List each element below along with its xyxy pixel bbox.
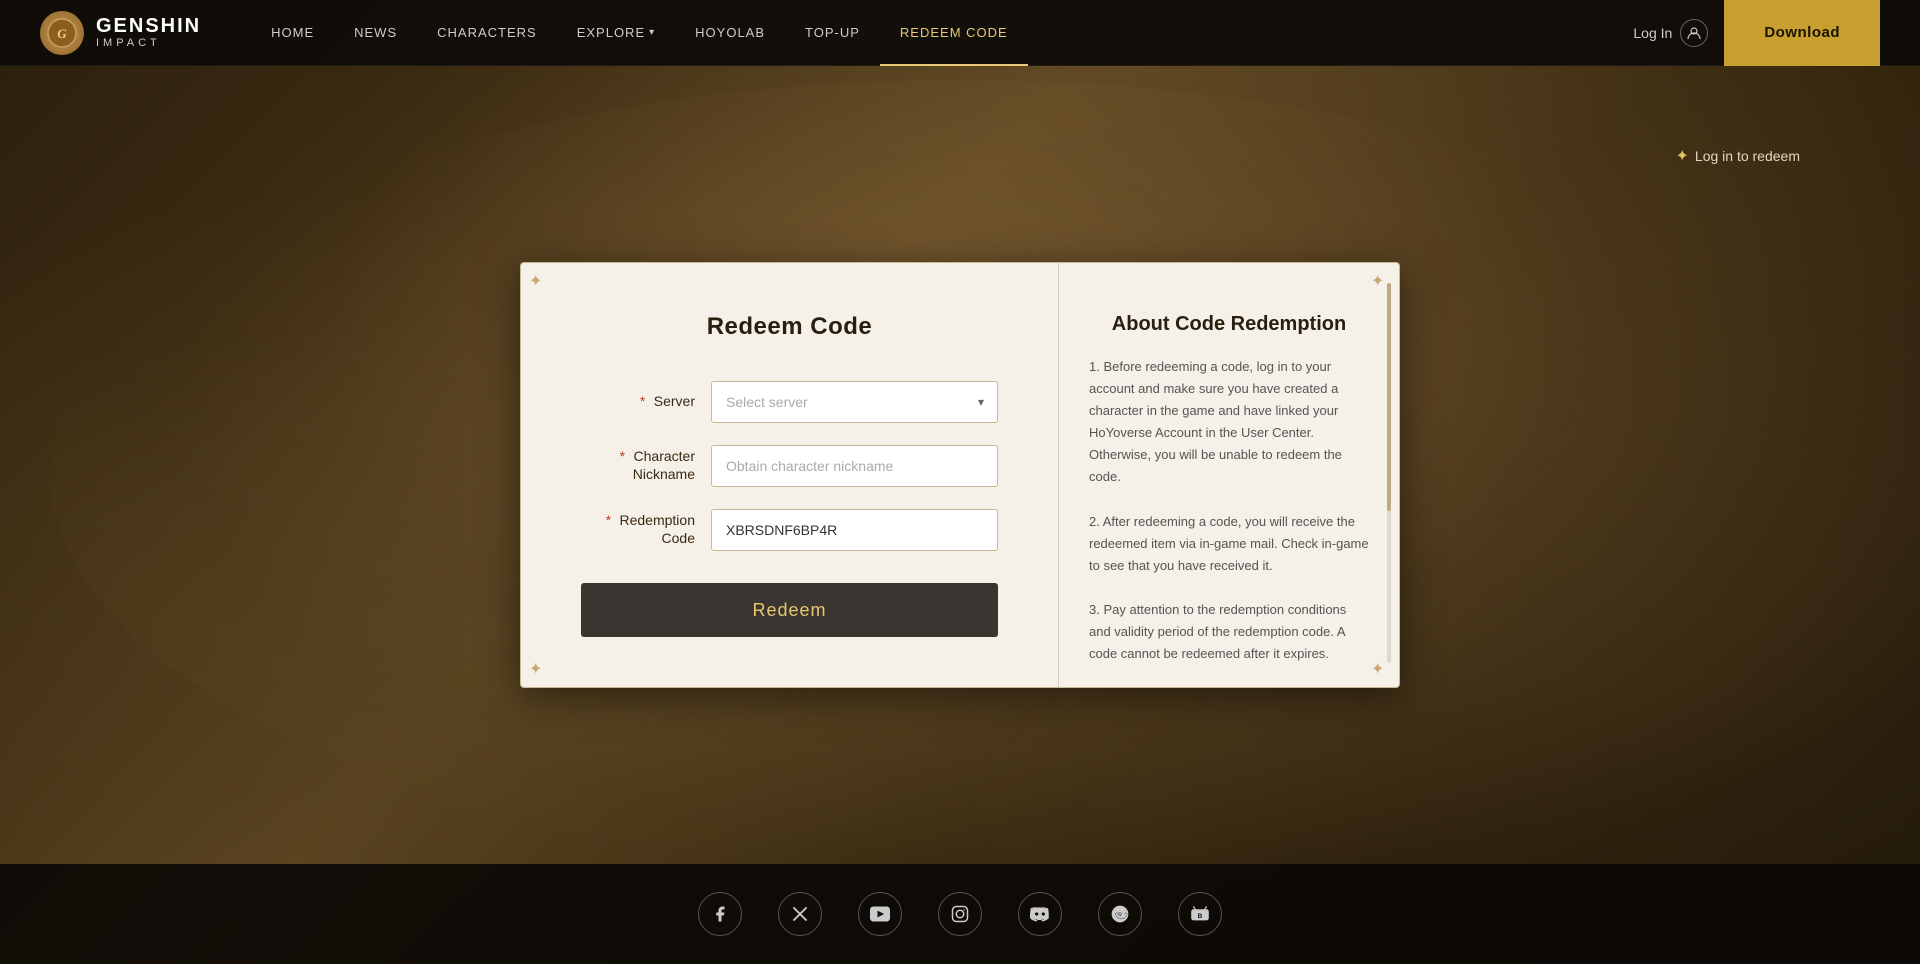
redeem-form-panel: Redeem Code * Server Select server Ameri… [521,263,1059,687]
main-content: ✦ Log in to redeem ✦ ✦ ✦ ✦ Redeem Code *… [0,66,1920,864]
navbar-right: Log In Download [1633,0,1880,66]
nickname-label-group: * CharacterNickname [581,448,711,484]
nav-item-characters[interactable]: CHARACTERS [417,0,557,66]
server-select[interactable]: Select server America Europe Asia TW, HK… [711,381,998,423]
svg-text:G: G [57,26,67,41]
social-youtube-button[interactable] [858,892,902,936]
code-label-group: * RedemptionCode [581,512,711,548]
nickname-required-star: * [620,448,625,464]
character-nickname-input[interactable] [711,445,998,487]
logo-icon: G [40,11,84,55]
logo-sub-text: Impact [96,38,201,49]
nav-item-explore[interactable]: EXPLORE ▾ [557,0,675,66]
server-select-wrapper: Select server America Europe Asia TW, HK… [711,381,998,423]
nav-item-news[interactable]: NEWS [334,0,417,66]
social-instagram-button[interactable] [938,892,982,936]
scrollbar-thumb [1387,283,1391,511]
social-discord-button[interactable] [1018,892,1062,936]
nickname-label: CharacterNickname [633,448,695,482]
logo-text: Genshin Impact [96,16,201,49]
about-title: About Code Redemption [1089,313,1369,336]
login-label: Log In [1633,25,1672,41]
nav-item-hoyolab[interactable]: HoYoLAB [675,0,785,66]
redeem-form-title: Redeem Code [581,313,998,341]
code-label: RedemptionCode [620,512,696,546]
redeem-card: ✦ ✦ ✦ ✦ Redeem Code * Server Select serv… [520,262,1400,688]
logo-main-text: Genshin [96,16,201,36]
user-icon [1680,19,1708,47]
about-text: 1. Before redeeming a code, log in to yo… [1089,356,1369,683]
nav-item-redeem-code[interactable]: REDEEM CODE [880,0,1028,66]
download-button[interactable]: Download [1724,0,1880,66]
corner-decoration-bl: ✦ [529,659,549,679]
server-label: Server [654,393,695,409]
footer: R B [0,864,1920,964]
redemption-code-input[interactable] [711,509,998,551]
social-facebook-button[interactable] [698,892,742,936]
svg-text:R: R [1118,913,1122,919]
nav-item-topup[interactable]: TOP-UP [785,0,880,66]
nav-menu: HOME NEWS CHARACTERS EXPLORE ▾ HoYoLAB T… [251,0,1633,66]
explore-chevron-icon: ▾ [649,27,655,38]
redeem-button[interactable]: Redeem [581,583,998,637]
server-row: * Server Select server America Europe As… [581,381,998,423]
server-required-star: * [640,393,645,409]
server-label-group: * Server [581,393,711,411]
svg-text:B: B [1198,913,1203,920]
code-required-star: * [606,512,611,528]
social-bilibili-button[interactable]: B [1178,892,1222,936]
nav-item-home[interactable]: HOME [251,0,334,66]
nickname-row: * CharacterNickname [581,445,998,487]
logo[interactable]: G Genshin Impact [40,11,201,55]
code-row: * RedemptionCode [581,509,998,551]
scrollbar-track [1387,283,1391,663]
login-to-redeem-link[interactable]: ✦ Log in to redeem [1676,146,1800,166]
login-button[interactable]: Log In [1633,19,1708,47]
navbar: G Genshin Impact HOME NEWS CHARACTERS EX… [0,0,1920,66]
social-twitter-button[interactable] [778,892,822,936]
social-reddit-button[interactable]: R [1098,892,1142,936]
corner-decoration-tl: ✦ [529,271,549,291]
about-panel[interactable]: About Code Redemption 1. Before redeemin… [1059,263,1399,683]
star-icon: ✦ [1676,146,1689,166]
